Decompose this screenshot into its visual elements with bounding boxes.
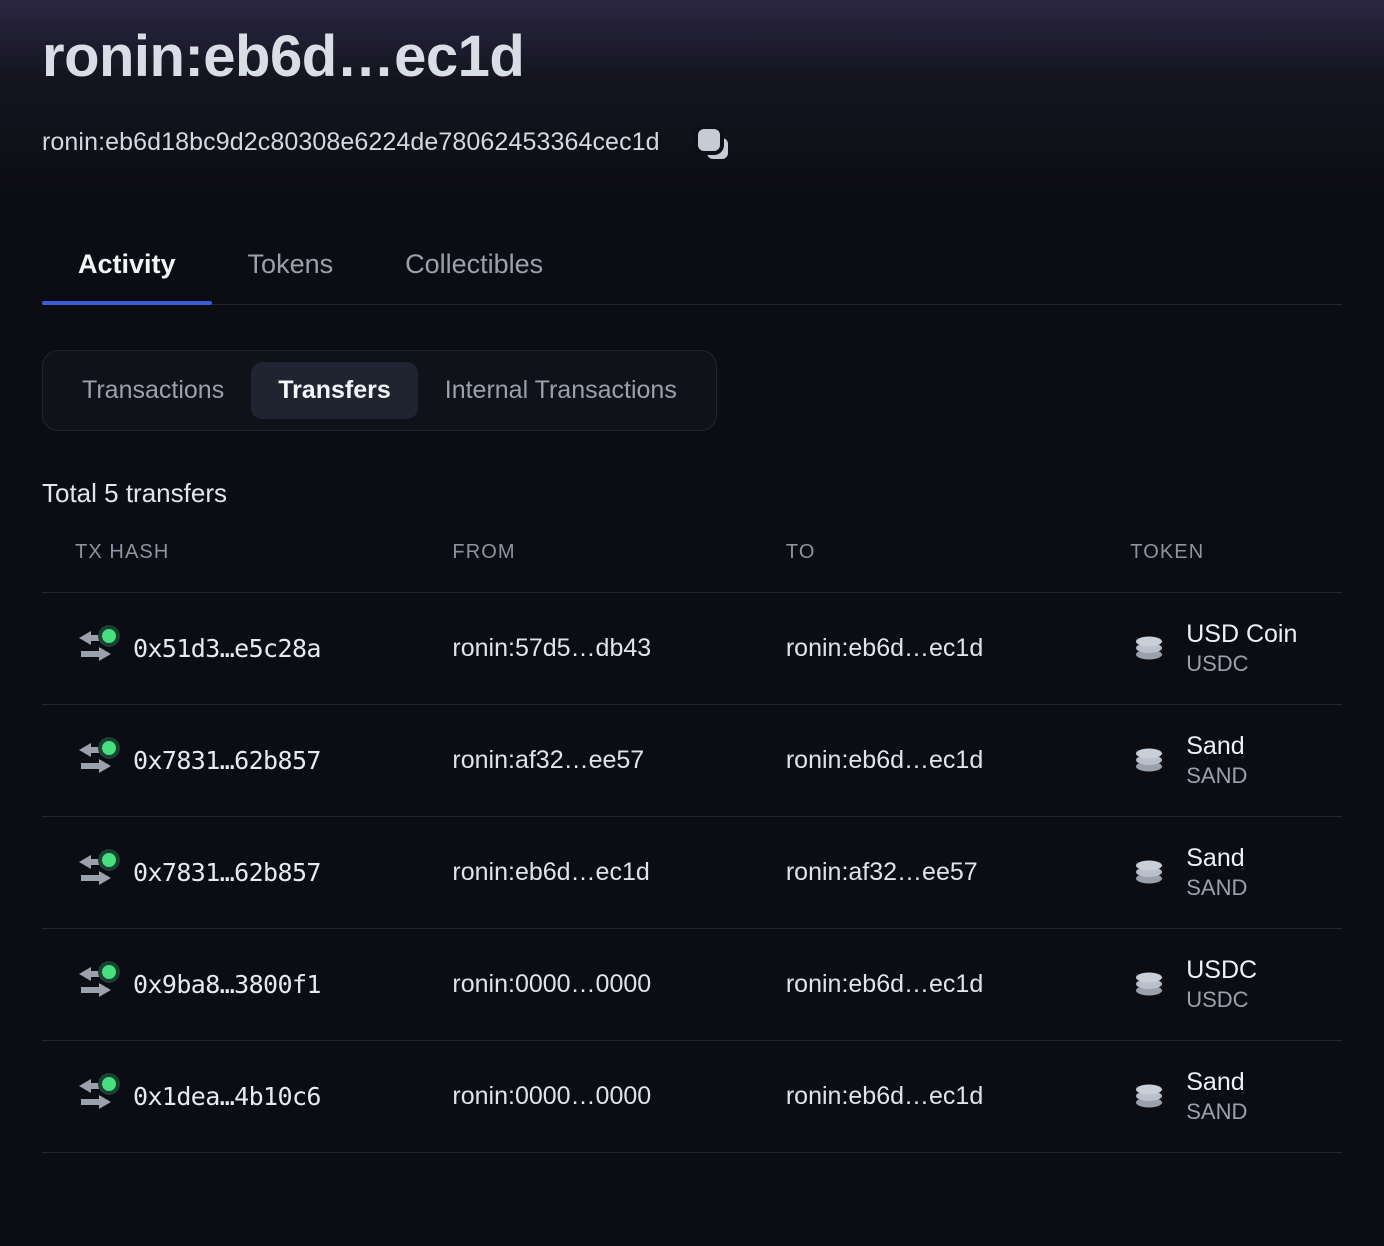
from-address-link[interactable]: ronin:0000…0000 <box>452 970 651 998</box>
token-name: USDC <box>1186 956 1257 985</box>
cell-from: ronin:0000…0000 <box>452 1040 785 1152</box>
copy-icon[interactable] <box>698 129 728 159</box>
transfer-arrows-icon <box>75 849 121 895</box>
tx-hash-link[interactable]: 0x9ba8…3800f1 <box>133 970 321 999</box>
status-dot-success <box>102 1077 116 1091</box>
token-name: USD Coin <box>1186 620 1297 649</box>
table-row[interactable]: 0x1dea…4b10c6 ronin:0000…0000 ronin:eb6d… <box>42 1040 1342 1152</box>
transfer-arrows-icon <box>75 625 121 671</box>
from-address-link[interactable]: ronin:0000…0000 <box>452 1082 651 1110</box>
to-address-link[interactable]: ronin:eb6d…ec1d <box>786 746 983 774</box>
transfers-table: TX HASH FROM TO TOKEN <box>42 541 1342 1153</box>
cell-from: ronin:eb6d…ec1d <box>452 816 785 928</box>
token-symbol: SAND <box>1186 875 1247 900</box>
cell-to: ronin:eb6d…ec1d <box>786 928 1116 1040</box>
to-address-link[interactable]: ronin:eb6d…ec1d <box>786 1082 983 1110</box>
tab-collectibles[interactable]: Collectibles <box>369 243 579 304</box>
table-header-row: TX HASH FROM TO TOKEN <box>42 541 1342 593</box>
full-address-text: ronin:eb6d18bc9d2c80308e6224de7806245336… <box>42 128 660 157</box>
token-symbol: SAND <box>1186 1099 1247 1124</box>
status-dot-success <box>102 853 116 867</box>
tx-hash-link[interactable]: 0x51d3…e5c28a <box>133 634 321 663</box>
token-name: Sand <box>1186 732 1247 761</box>
status-dot-success <box>102 965 116 979</box>
cell-tx-hash: 0x51d3…e5c28a <box>42 592 452 704</box>
status-dot-success <box>102 629 116 643</box>
cell-from: ronin:af32…ee57 <box>452 704 785 816</box>
status-dot-success <box>102 741 116 755</box>
copy-icon-front-square <box>698 129 720 151</box>
cell-to: ronin:eb6d…ec1d <box>786 704 1116 816</box>
from-address-link[interactable]: ronin:eb6d…ec1d <box>452 858 649 886</box>
tab-activity[interactable]: Activity <box>42 243 212 304</box>
column-header-token: TOKEN <box>1116 541 1342 593</box>
cell-to: ronin:af32…ee57 <box>786 816 1116 928</box>
tx-hash-link[interactable]: 0x1dea…4b10c6 <box>133 1082 321 1111</box>
page-title: ronin:eb6d…ec1d <box>42 0 1342 92</box>
account-page: ronin:eb6d…ec1d ronin:eb6d18bc9d2c80308e… <box>0 0 1384 1153</box>
table-row[interactable]: 0x9ba8…3800f1 ronin:0000…0000 ronin:eb6d… <box>42 928 1342 1040</box>
token-stack-icon <box>1130 741 1168 779</box>
token-symbol: USDC <box>1186 651 1297 676</box>
tx-hash-link[interactable]: 0x7831…62b857 <box>133 858 321 887</box>
token-symbol: SAND <box>1186 763 1247 788</box>
cell-to: ronin:eb6d…ec1d <box>786 1040 1116 1152</box>
segment-internal-transactions[interactable]: Internal Transactions <box>418 362 704 419</box>
transfer-arrows-icon <box>75 737 121 783</box>
segment-transfers[interactable]: Transfers <box>251 362 418 419</box>
token-stack-icon <box>1130 629 1168 667</box>
to-address-link[interactable]: ronin:eb6d…ec1d <box>786 634 983 662</box>
to-address-link[interactable]: ronin:eb6d…ec1d <box>786 970 983 998</box>
cell-token: USD Coin USDC <box>1116 592 1342 704</box>
to-address-link[interactable]: ronin:af32…ee57 <box>786 858 978 886</box>
column-header-tx-hash: TX HASH <box>42 541 452 593</box>
from-address-link[interactable]: ronin:af32…ee57 <box>452 746 644 774</box>
token-name: Sand <box>1186 1068 1247 1097</box>
cell-token: USDC USDC <box>1116 928 1342 1040</box>
column-header-to: TO <box>786 541 1116 593</box>
token-symbol: USDC <box>1186 987 1257 1012</box>
total-transfers-label: Total 5 transfers <box>42 478 1342 509</box>
cell-tx-hash: 0x1dea…4b10c6 <box>42 1040 452 1152</box>
cell-from: ronin:57d5…db43 <box>452 592 785 704</box>
cell-token: Sand SAND <box>1116 704 1342 816</box>
cell-tx-hash: 0x9ba8…3800f1 <box>42 928 452 1040</box>
tab-tokens[interactable]: Tokens <box>212 243 370 304</box>
table-row[interactable]: 0x7831…62b857 ronin:af32…ee57 ronin:eb6d… <box>42 704 1342 816</box>
cell-token: Sand SAND <box>1116 1040 1342 1152</box>
activity-segmented-control: Transactions Transfers Internal Transact… <box>42 350 717 431</box>
cell-token: Sand SAND <box>1116 816 1342 928</box>
cell-tx-hash: 0x7831…62b857 <box>42 704 452 816</box>
token-name: Sand <box>1186 844 1247 873</box>
token-stack-icon <box>1130 1077 1168 1115</box>
column-header-from: FROM <box>452 541 785 593</box>
cell-tx-hash: 0x7831…62b857 <box>42 816 452 928</box>
token-stack-icon <box>1130 965 1168 1003</box>
table-row[interactable]: 0x7831…62b857 ronin:eb6d…ec1d ronin:af32… <box>42 816 1342 928</box>
main-tabs: Activity Tokens Collectibles <box>42 243 1342 305</box>
table-row[interactable]: 0x51d3…e5c28a ronin:57d5…db43 ronin:eb6d… <box>42 592 1342 704</box>
transfer-arrows-icon <box>75 961 121 1007</box>
from-address-link[interactable]: ronin:57d5…db43 <box>452 634 651 662</box>
transfer-arrows-icon <box>75 1073 121 1119</box>
segment-transactions[interactable]: Transactions <box>55 362 251 419</box>
cell-to: ronin:eb6d…ec1d <box>786 592 1116 704</box>
token-stack-icon <box>1130 853 1168 891</box>
tx-hash-link[interactable]: 0x7831…62b857 <box>133 746 321 775</box>
address-row: ronin:eb6d18bc9d2c80308e6224de7806245336… <box>42 126 1342 159</box>
cell-from: ronin:0000…0000 <box>452 928 785 1040</box>
